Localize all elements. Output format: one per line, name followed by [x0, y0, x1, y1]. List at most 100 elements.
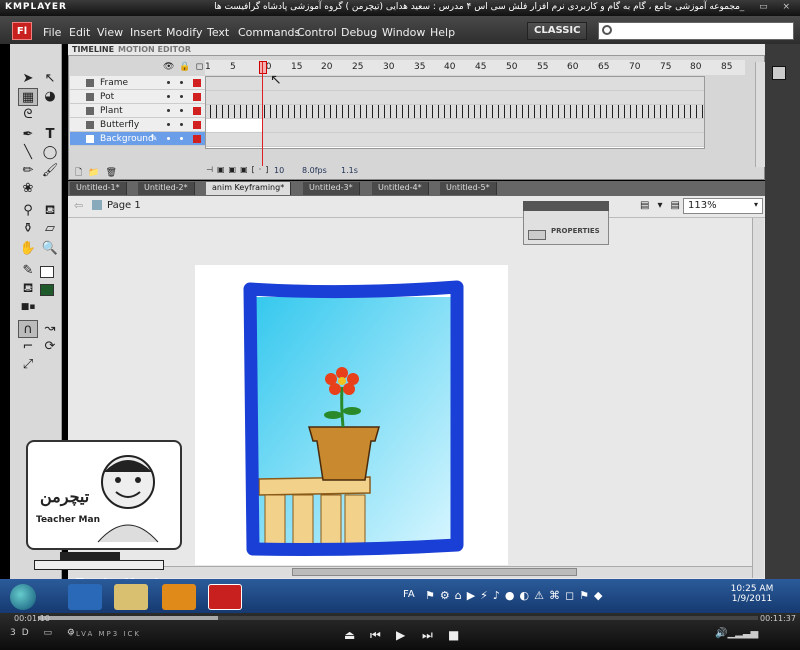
current-frame[interactable]: 10 [274, 166, 284, 175]
bone-tool-icon[interactable]: ⚲ [18, 202, 38, 220]
fill-color-icon[interactable]: ⛾ [18, 280, 38, 298]
library-panel-icon[interactable] [772, 66, 786, 80]
flash-app-icon: Fl [12, 22, 32, 40]
menu-text[interactable]: Text [207, 26, 229, 39]
player-option-badges[interactable]: FLVA MP3 ICK [70, 630, 141, 638]
doc-tab[interactable]: Untitled-5* [440, 182, 497, 195]
layer-pot[interactable]: Pot [70, 90, 205, 104]
swap-colors-icon[interactable]: ■▪ [18, 298, 38, 316]
brush-tool-icon[interactable]: 🖌 [40, 162, 60, 180]
oval-tool-icon[interactable]: ◯ [40, 144, 60, 162]
stop-icon[interactable]: ■ [448, 628, 459, 642]
stroke-color-icon[interactable]: ✎ [18, 262, 38, 280]
3d-rotation-tool-icon[interactable]: ◕ [40, 88, 60, 106]
fill-color-swatch[interactable] [40, 284, 54, 296]
zoom-tool-icon[interactable]: 🔍 [40, 240, 60, 258]
layer-outline-swatch[interactable] [193, 121, 201, 129]
smooth-icon[interactable]: ↝ [40, 320, 60, 338]
play-icon[interactable]: ▶ [396, 628, 405, 642]
back-arrow-icon[interactable]: ⇦ [74, 199, 83, 212]
scale-icon[interactable]: ⤢ [18, 356, 38, 374]
eraser-tool-icon[interactable]: ▱ [40, 220, 60, 238]
ruler-tick: 75 [660, 62, 672, 72]
frame-row[interactable] [206, 119, 704, 133]
pen-tool-icon[interactable]: ✒ [18, 126, 38, 144]
workspace-dropdown[interactable]: CLASSIC [527, 22, 587, 40]
ie-icon[interactable] [68, 584, 102, 610]
media-player-icon[interactable] [162, 584, 196, 610]
text-tool-icon[interactable]: T [40, 126, 60, 144]
paint-bucket-tool-icon[interactable]: ⛾ [40, 202, 60, 220]
lasso-tool-icon[interactable]: ᘓ [18, 106, 38, 124]
free-transform-tool-icon[interactable]: ▦ [18, 88, 38, 106]
menu-debug[interactable]: Debug [341, 26, 377, 39]
menu-file[interactable]: File [43, 26, 61, 39]
layer-name: Background [100, 134, 154, 144]
eyedropper-tool-icon[interactable]: ⚱ [18, 220, 38, 238]
subselection-tool-icon[interactable]: ↖ [40, 70, 60, 88]
stage-vertical-scrollbar[interactable] [752, 218, 764, 578]
menu-insert[interactable]: Insert [130, 26, 162, 39]
tab-motion-editor[interactable]: MOTION EDITOR [118, 45, 191, 54]
layer-background[interactable]: Background ✎ [70, 132, 205, 146]
layer-outline-swatch[interactable] [193, 93, 201, 101]
menu-edit[interactable]: Edit [69, 26, 90, 39]
menu-view[interactable]: View [97, 26, 123, 39]
menu-help[interactable]: Help [430, 26, 455, 39]
previous-icon[interactable]: ⏮ [370, 628, 381, 643]
stroke-color-swatch[interactable] [40, 266, 54, 278]
doc-tab-active[interactable]: anim Keyframing* [206, 182, 292, 195]
ruler-tick: 25 [352, 62, 364, 72]
ruler-tick: 5 [230, 62, 236, 72]
frame-row[interactable] [206, 105, 704, 119]
timeline-scrollbar[interactable] [755, 62, 765, 167]
pencil-tool-icon[interactable]: ✏ [18, 162, 38, 180]
zoom-dropdown[interactable]: 113% [683, 198, 763, 214]
layer-outline-swatch[interactable] [193, 135, 201, 143]
straighten-icon[interactable]: ⌐ [18, 338, 38, 356]
menu-modify[interactable]: Modify [166, 26, 202, 39]
document-canvas[interactable] [195, 265, 508, 565]
onion-skin-icons[interactable]: ⊣▣▣▣[·] [206, 165, 272, 174]
properties-label[interactable]: PROPERTIES [551, 227, 600, 235]
language-indicator[interactable]: FA [403, 589, 415, 600]
layer-butterfly[interactable]: Butterfly [70, 118, 205, 132]
tab-timeline[interactable]: TIMELINE [72, 45, 114, 54]
next-icon[interactable]: ⏭ [422, 628, 433, 643]
tray-icons[interactable]: ⚑⚙⌂▶⚡♪●◐⚠⌘◻⚑◆ [425, 589, 607, 602]
start-button[interactable] [10, 584, 36, 610]
layer-outline-swatch[interactable] [193, 79, 201, 87]
system-clock[interactable]: 10:25 AM 1/9/2011 [722, 584, 782, 604]
chevron-down-icon[interactable]: ▾ [754, 200, 758, 209]
line-tool-icon[interactable]: ╲ [18, 144, 38, 162]
hand-tool-icon[interactable]: ✋ [18, 240, 38, 258]
doc-tab[interactable]: Untitled-1* [70, 182, 127, 195]
flash-taskbar-icon[interactable] [208, 584, 242, 610]
scrollbar-thumb[interactable] [292, 568, 577, 576]
window-controls[interactable]: _ ▭ × [740, 2, 796, 12]
frame-row[interactable] [206, 91, 704, 105]
doc-tab[interactable]: Untitled-2* [138, 182, 195, 195]
menu-control[interactable]: Control [297, 26, 337, 39]
doc-tab[interactable]: Untitled-4* [372, 182, 429, 195]
doc-tab[interactable]: Untitled-3* [303, 182, 360, 195]
layer-column-icons[interactable]: 👁🔒◻ [163, 62, 208, 72]
deco-tool-icon[interactable]: ❀ [18, 180, 38, 198]
menu-window[interactable]: Window [382, 26, 425, 39]
frame-rate[interactable]: 8.0fps [302, 166, 327, 175]
explorer-icon[interactable] [114, 584, 148, 610]
rotate-icon[interactable]: ⟳ [40, 338, 60, 356]
layer-frame[interactable]: Frame [70, 76, 205, 90]
frame-row[interactable] [206, 133, 704, 147]
eject-icon[interactable]: ⏏ [344, 628, 355, 642]
scene-name[interactable]: Page 1 [107, 200, 141, 211]
layer-plant[interactable]: Plant [70, 104, 205, 118]
menu-commands[interactable]: Commands [238, 26, 300, 39]
selection-tool-icon[interactable]: ➤ [18, 70, 38, 88]
layer-outline-swatch[interactable] [193, 107, 201, 115]
layer-action-icons[interactable]: 🗋📁🗑 [75, 165, 123, 181]
snap-to-objects-icon[interactable]: ∩ [18, 320, 38, 338]
volume-icon[interactable]: 🔊▁▂▃▅ [715, 628, 758, 639]
properties-titlebar[interactable] [523, 201, 609, 211]
help-search-input[interactable] [598, 22, 794, 40]
